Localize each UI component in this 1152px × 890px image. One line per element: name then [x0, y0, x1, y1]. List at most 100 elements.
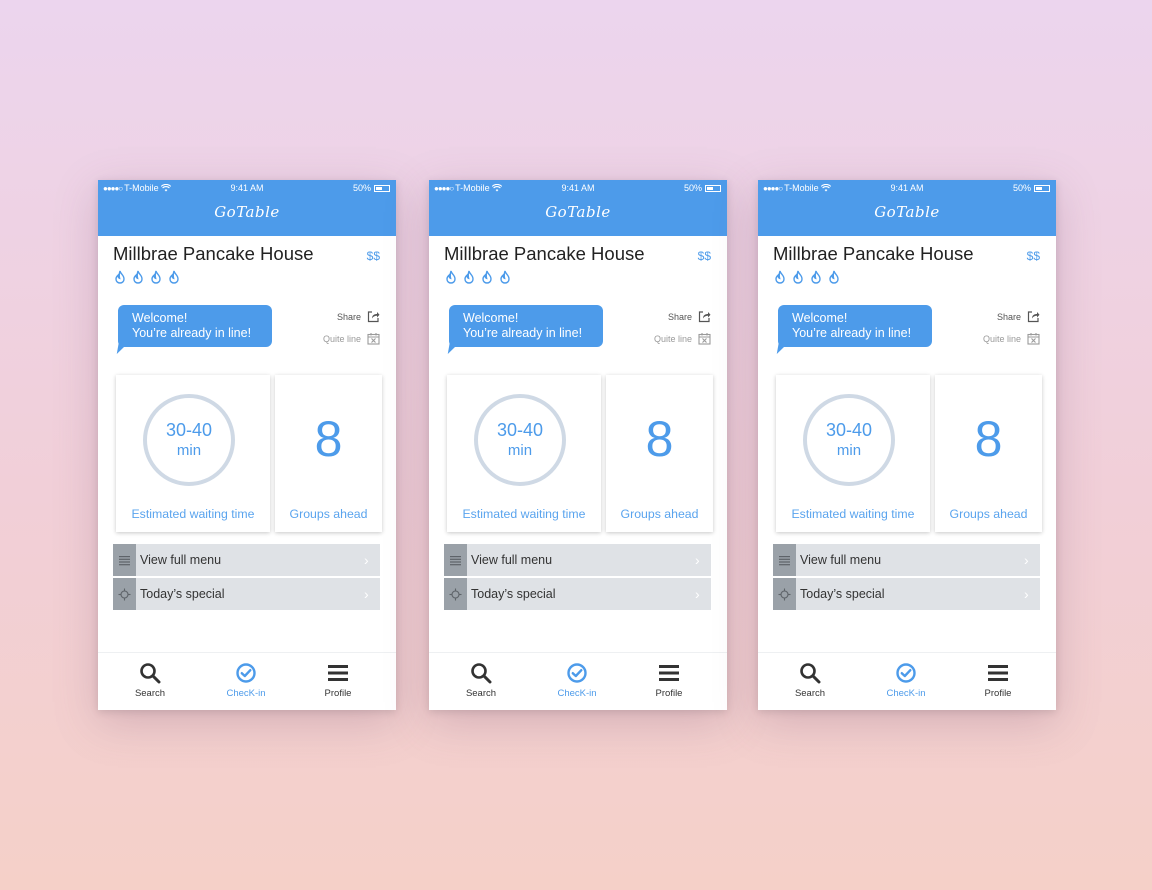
rating-flames [444, 270, 713, 284]
phone-screen-3: ●●●●○ T-Mobile 9:41 AM 50% GoTable Millb… [758, 180, 1056, 710]
battery-percent: 50% [352, 183, 371, 193]
welcome-title: Welcome! [132, 311, 188, 325]
wait-time-range: 30-40 [825, 420, 873, 440]
tab-profile[interactable]: Profile [963, 662, 1033, 699]
app-logo: GoTable [545, 203, 611, 221]
todays-special-row[interactable]: Today’s special › [444, 578, 711, 610]
welcome-bubble: Welcome! You’re already in line! [449, 305, 603, 347]
wait-time-caption: Estimated waiting time [462, 507, 586, 521]
welcome-subtitle: You’re already in line! [132, 325, 252, 340]
restaurant-name: Millbrae Pancake House [113, 243, 314, 264]
todays-special-row[interactable]: Today’s special › [113, 578, 380, 610]
tab-profile-label: Profile [984, 688, 1012, 699]
groups-ahead-caption: Groups ahead [289, 507, 368, 521]
flame-icon [151, 270, 161, 284]
status-time: 9:41 AM [890, 183, 924, 193]
status-bar: ●●●●○ T-Mobile 9:41 AM 50% [98, 180, 396, 196]
price-level: $$ [1026, 249, 1040, 263]
share-button[interactable]: Share [997, 310, 1040, 323]
groups-ahead-caption: Groups ahead [620, 507, 699, 521]
tab-checkin[interactable]: ChecK-in [542, 662, 612, 699]
flame-icon [482, 270, 492, 284]
share-button[interactable]: Share [668, 310, 711, 323]
flame-icon [811, 270, 821, 284]
menu-list-icon [119, 555, 130, 565]
chevron-right-icon: › [364, 552, 369, 568]
rating-flames [773, 270, 1042, 284]
tab-search[interactable]: Search [115, 662, 185, 699]
restaurant-header: Millbrae Pancake House $$ [773, 243, 1042, 284]
share-icon [367, 311, 380, 323]
tab-bar: Search ChecK-in Profile [429, 652, 727, 710]
battery-percent: 50% [683, 183, 702, 193]
app-header: ●●●●○ T-Mobile 9:41 AM 50% GoTable [758, 180, 1056, 236]
tab-bar: Search ChecK-in Profile [98, 652, 396, 710]
view-full-menu-label: View full menu [800, 553, 882, 567]
price-level: $$ [366, 249, 380, 263]
share-button[interactable]: Share [337, 310, 380, 323]
welcome-title: Welcome! [463, 311, 519, 325]
restaurant-name: Millbrae Pancake House [444, 243, 645, 264]
tab-profile-label: Profile [324, 688, 352, 699]
hamburger-icon [659, 665, 679, 681]
app-logo: GoTable [874, 203, 940, 221]
calendar-x-icon [1027, 333, 1040, 345]
flame-icon [169, 270, 179, 284]
groups-ahead-count: 8 [314, 411, 343, 467]
share-icon [698, 311, 711, 323]
special-crosshair-icon [118, 588, 131, 600]
flame-icon [500, 270, 510, 284]
hamburger-icon [328, 665, 348, 681]
tab-profile[interactable]: Profile [634, 662, 704, 699]
battery-icon [705, 184, 721, 192]
tab-search[interactable]: Search [446, 662, 516, 699]
quit-line-button[interactable]: Quite line [983, 332, 1040, 345]
wait-time-card: 30-40 min Estimated waiting time [447, 375, 601, 532]
todays-special-row[interactable]: Today’s special › [773, 578, 1040, 610]
flame-icon [133, 270, 143, 284]
quit-line-button[interactable]: Quite line [323, 332, 380, 345]
check-circle-icon [236, 663, 256, 683]
special-crosshair-icon [449, 588, 462, 600]
wait-time-unit: min [507, 442, 533, 459]
flame-icon [464, 270, 474, 284]
chevron-right-icon: › [1024, 552, 1029, 568]
tab-profile[interactable]: Profile [303, 662, 373, 699]
bubble-tail [778, 340, 792, 360]
share-icon [1027, 311, 1040, 323]
quit-line-label: Quite line [653, 333, 692, 344]
tab-checkin[interactable]: ChecK-in [211, 662, 281, 699]
calendar-x-icon [698, 333, 711, 345]
status-time: 9:41 AM [230, 183, 264, 193]
tab-search-label: Search [465, 688, 497, 699]
tab-profile-label: Profile [655, 688, 683, 699]
quit-line-button[interactable]: Quite line [654, 332, 711, 345]
tab-bar: Search ChecK-in Profile [758, 652, 1056, 710]
view-full-menu-row[interactable]: View full menu › [444, 544, 711, 576]
app-logo: GoTable [214, 203, 280, 221]
special-crosshair-icon [778, 588, 791, 600]
groups-ahead-card: 8 Groups ahead [275, 375, 382, 532]
chevron-right-icon: › [1024, 586, 1029, 602]
tab-search[interactable]: Search [775, 662, 845, 699]
wait-time-unit: min [176, 442, 202, 459]
battery-icon [1034, 184, 1050, 192]
menu-list-icon [779, 555, 790, 565]
view-full-menu-row[interactable]: View full menu › [773, 544, 1040, 576]
wait-time-range: 30-40 [496, 420, 544, 440]
battery-icon [374, 184, 390, 192]
app-header: ●●●●○ T-Mobile 9:41 AM 50% GoTable [98, 180, 396, 236]
check-circle-icon [896, 663, 916, 683]
view-full-menu-label: View full menu [471, 553, 553, 567]
groups-ahead-card: 8 Groups ahead [935, 375, 1042, 532]
phone-screen-1: ●●●●○ T-Mobile 9:41 AM 50% GoTable Millb… [98, 180, 396, 710]
groups-ahead-card: 8 Groups ahead [606, 375, 713, 532]
quit-line-label: Quite line [322, 333, 361, 344]
tab-checkin[interactable]: ChecK-in [871, 662, 941, 699]
welcome-title: Welcome! [792, 311, 848, 325]
hamburger-icon [988, 665, 1008, 681]
rating-flames [113, 270, 382, 284]
chevron-right-icon: › [695, 586, 700, 602]
view-full-menu-row[interactable]: View full menu › [113, 544, 380, 576]
wait-time-card: 30-40 min Estimated waiting time [776, 375, 930, 532]
